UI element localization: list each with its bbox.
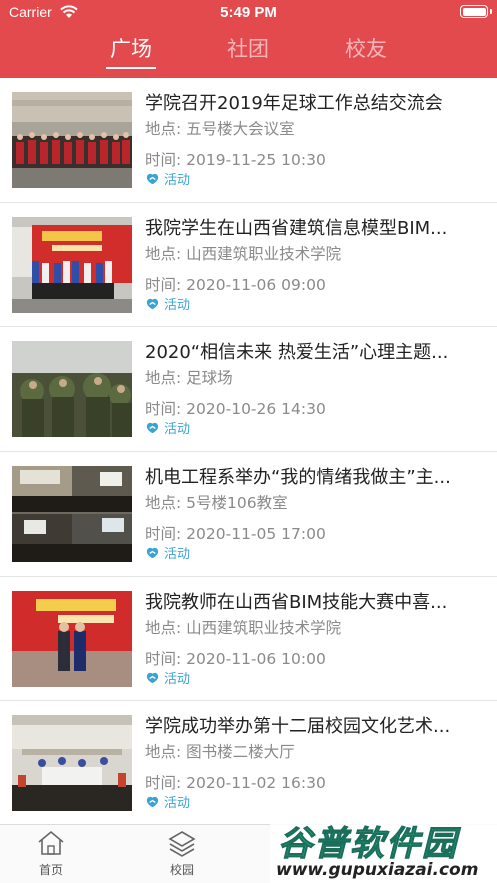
activity-icon: [146, 423, 159, 434]
tab-plaza[interactable]: 广场: [91, 33, 171, 63]
event-title: 我院教师在山西省BIM技能大赛中喜...: [145, 591, 448, 613]
event-time: 时间: 2020-11-06 09:00: [145, 275, 326, 294]
event-title: 学院成功举办第十二届校园文化艺术...: [145, 716, 451, 738]
event-time: 时间: 2020-11-05 17:00: [145, 525, 326, 544]
watermark-title: 谷普软件园: [278, 824, 458, 865]
top-tabs: 广场 社团 校友: [0, 26, 497, 78]
status-bar: Carrier 5:49 PM: [0, 0, 497, 26]
event-photo: [12, 590, 132, 687]
event-title: 我院学生在山西省建筑信息模型BIM...: [145, 217, 448, 239]
tab-clubs[interactable]: 社团: [208, 33, 288, 63]
event-location: 地点: 山西建筑职业技术学院: [145, 244, 342, 263]
event-location: 地点: 图书楼二楼大厅: [145, 743, 295, 762]
event-title: 学院召开2019年足球工作总结交流会: [145, 93, 443, 114]
list-item[interactable]: 我院学生在山西省建筑信息模型BIM... 地点: 山西建筑职业技术学院 时间: …: [0, 203, 497, 328]
event-location: 地点: 山西建筑职业技术学院: [145, 618, 342, 637]
event-location: 地点: 足球场: [145, 369, 233, 388]
event-tag: 活动: [145, 543, 190, 562]
event-time: 时间: 2019-11-25 10:30: [145, 151, 326, 169]
event-title: 2020“相信未来 热爱生活”心理主题...: [145, 342, 449, 364]
battery-icon: [460, 5, 492, 18]
activity-icon: [146, 298, 159, 309]
event-time: 时间: 2020-11-06 10:00: [145, 649, 326, 668]
event-tag: 活动: [145, 668, 190, 687]
activity-icon: [146, 173, 159, 185]
tabbar-campus-label: 校园: [169, 863, 194, 877]
tabbar-campus[interactable]: 校园: [152, 829, 212, 878]
app-header: Carrier 5:49 PM 广场 社团 校友: [0, 0, 497, 78]
event-photo: [12, 92, 132, 188]
activity-icon: [146, 797, 159, 808]
event-title: 机电工程系举办“我的情绪我做主”主...: [145, 467, 451, 489]
tab-alumni[interactable]: 校友: [326, 33, 406, 63]
tabbar-home[interactable]: 首页: [21, 829, 81, 878]
event-photo: [12, 216, 132, 313]
layers-icon: [168, 831, 196, 857]
watermark: 谷普软件园 www.gupuxiazai.com: [270, 814, 497, 883]
event-photo: [12, 715, 132, 812]
watermark-url: www.gupuxiazai.com: [276, 860, 479, 880]
event-photo: [12, 341, 132, 438]
event-photo: [12, 466, 132, 563]
event-tag: 活动: [145, 169, 190, 188]
list-item[interactable]: 我院教师在山西省BIM技能大赛中喜... 地点: 山西建筑职业技术学院 时间: …: [0, 577, 497, 702]
event-list: 学院召开2019年足球工作总结交流会 地点: 五号楼大会议室 时间: 2019-…: [0, 78, 497, 824]
event-location: 地点: 5号楼106教室: [145, 494, 288, 513]
active-tab-indicator: [106, 67, 156, 69]
activity-icon: [146, 547, 159, 559]
event-time: 时间: 2020-11-02 16:30: [145, 774, 326, 793]
list-item[interactable]: 学院召开2019年足球工作总结交流会 地点: 五号楼大会议室 时间: 2019-…: [0, 78, 497, 203]
event-tag: 活动: [145, 294, 190, 313]
clock: 5:49 PM: [220, 4, 277, 21]
list-item[interactable]: 机电工程系举办“我的情绪我做主”主... 地点: 5号楼106教室 时间: 20…: [0, 452, 497, 577]
list-item[interactable]: 2020“相信未来 热爱生活”心理主题... 地点: 足球场 时间: 2020-…: [0, 327, 497, 453]
event-tag: 活动: [145, 418, 190, 437]
list-item[interactable]: 学院成功举办第十二届校园文化艺术... 地点: 图书楼二楼大厅 时间: 2020…: [0, 701, 497, 824]
event-time: 时间: 2020-10-26 14:30: [145, 400, 326, 419]
activity-icon: [146, 672, 159, 683]
event-tag: 活动: [145, 792, 190, 811]
event-location: 地点: 五号楼大会议室: [145, 120, 295, 138]
tabbar-home-label: 首页: [38, 863, 63, 877]
home-icon: [38, 830, 64, 855]
